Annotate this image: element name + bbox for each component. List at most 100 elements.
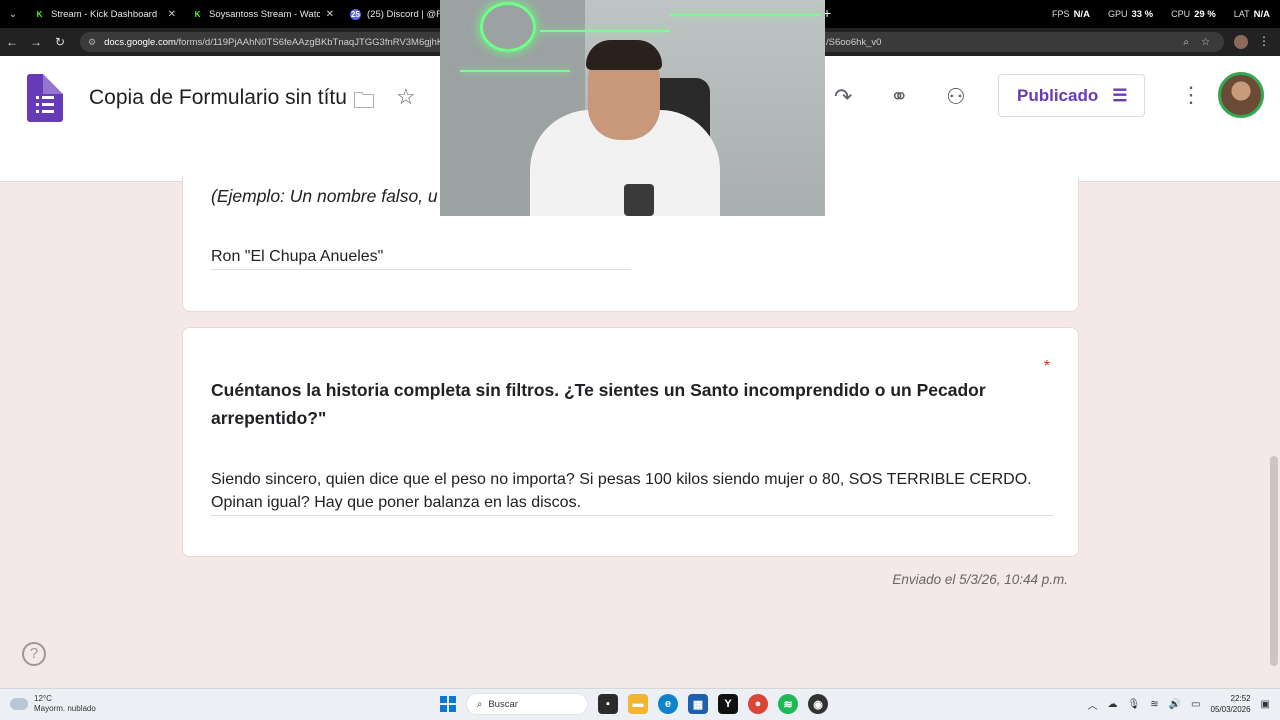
submitted-timestamp: Enviado el 5/3/26, 10:44 p.m. bbox=[892, 572, 1068, 587]
gpu-stat: GPU 33 % bbox=[1108, 9, 1153, 20]
kick-icon: K bbox=[34, 8, 45, 20]
windows-taskbar: 12°C Mayorm. nublado ⌕ Buscar ▪ ▬ e ▦ Y … bbox=[0, 688, 1280, 720]
obs-icon[interactable]: ◉ bbox=[808, 694, 828, 714]
neon-light bbox=[540, 30, 670, 32]
lat-value: N/A bbox=[1253, 8, 1270, 20]
gpu-label: GPU bbox=[1107, 8, 1128, 19]
bookmark-star-icon[interactable]: ☆ bbox=[1201, 37, 1210, 48]
tray-chevron-icon[interactable]: ︿ bbox=[1088, 697, 1098, 712]
microphone-icon[interactable]: 🎙 bbox=[1128, 699, 1141, 710]
weather-description: Mayorm. nublado bbox=[34, 704, 96, 713]
answer-underline bbox=[211, 515, 1053, 516]
logo-pane bbox=[440, 696, 447, 703]
answer-underline bbox=[211, 269, 631, 270]
zoom-icon[interactable]: ⌕ bbox=[1183, 37, 1189, 48]
link-icon[interactable]: ⚭ bbox=[890, 84, 908, 110]
wifi-icon[interactable]: ≋ bbox=[1150, 699, 1158, 710]
tune-icon: ☰ bbox=[1112, 85, 1128, 105]
date: 05/03/2026 bbox=[1210, 705, 1251, 714]
back-icon[interactable]: ← bbox=[0, 35, 24, 49]
weather-widget[interactable]: 12°C Mayorm. nublado bbox=[10, 694, 96, 714]
logo-pane bbox=[440, 705, 447, 712]
url-tail: /S6oo6hk_v0 bbox=[826, 37, 882, 48]
tab-kick-dashboard[interactable]: K Stream - Kick Dashboard ✕ bbox=[26, 0, 184, 28]
fps-stat: FPS N/A bbox=[1052, 9, 1090, 20]
logo-pane bbox=[449, 705, 456, 712]
account-avatar[interactable] bbox=[1218, 72, 1264, 118]
lat-label: LAT bbox=[1233, 8, 1250, 19]
time: 22:52 bbox=[1230, 694, 1251, 703]
short-answer: Ron "El Chupa Anueles" bbox=[211, 248, 384, 265]
folder-icon[interactable]: 🗀 bbox=[353, 84, 375, 122]
lat-stat: LAT N/A bbox=[1234, 9, 1270, 20]
tab-label: Soysantoss Stream - Watch Live bbox=[209, 8, 320, 20]
add-collaborator-icon[interactable]: ⚇ bbox=[946, 84, 966, 110]
scrollbar-thumb[interactable] bbox=[1270, 456, 1278, 666]
kick-icon: K bbox=[192, 8, 203, 20]
microphone bbox=[624, 184, 654, 216]
store-icon[interactable]: ▦ bbox=[688, 694, 708, 714]
response-card: Cuéntanos la historia completa sin filtr… bbox=[182, 327, 1079, 557]
cpu-stat: CPU 29 % bbox=[1171, 9, 1216, 20]
question-hint: (Ejemplo: Un nombre falso, u bbox=[211, 186, 438, 206]
omnibox-actions: ⌕ ☆ bbox=[1183, 32, 1210, 52]
url-path: /forms/d/119PjAAhN0TS6feAAzgBKbTnaqJTGG3… bbox=[175, 36, 455, 48]
notification-icon[interactable]: ▣ bbox=[1261, 699, 1270, 710]
close-icon[interactable]: ✕ bbox=[326, 9, 334, 20]
logo-line bbox=[42, 110, 54, 113]
required-asterisk: * bbox=[1043, 358, 1050, 375]
tab-search-icon[interactable]: ⌄ bbox=[0, 0, 26, 28]
published-button[interactable]: Publicado ☰ bbox=[998, 74, 1145, 117]
gpu-value: 33 % bbox=[1131, 8, 1154, 20]
taskbar-apps: ⌕ Buscar ▪ ▬ e ▦ Y ● ≋ ◉ bbox=[440, 693, 828, 715]
spotify-icon[interactable]: ≋ bbox=[778, 694, 798, 714]
chrome-menu-icon[interactable]: ⋮ bbox=[1258, 34, 1270, 48]
taskbar-search[interactable]: ⌕ Buscar bbox=[466, 693, 588, 715]
edge-icon[interactable]: e bbox=[658, 694, 678, 714]
logo-line bbox=[42, 103, 54, 106]
task-view-icon[interactable]: ▪ bbox=[598, 694, 618, 714]
cpu-label: CPU bbox=[1171, 8, 1191, 19]
system-tray: ︿ ☁ 🎙 ≋ 🔊 ▭ 22:52 05/03/2026 ▣ bbox=[1088, 693, 1271, 715]
published-label: Publicado bbox=[1017, 85, 1099, 105]
cloud-icon bbox=[10, 698, 28, 710]
tab-label: Stream - Kick Dashboard bbox=[51, 8, 158, 20]
clock[interactable]: 22:52 05/03/2026 bbox=[1211, 693, 1251, 715]
site-info-icon[interactable]: ⚙ bbox=[88, 37, 96, 48]
redo-icon[interactable]: ↷ bbox=[834, 84, 852, 110]
neon-smiley-sign bbox=[480, 2, 536, 52]
question-title: Cuéntanos la historia completa sin filtr… bbox=[211, 380, 986, 428]
reload-icon[interactable]: ↻ bbox=[48, 35, 72, 49]
profile-avatar[interactable] bbox=[1234, 35, 1248, 49]
fps-label: FPS bbox=[1052, 8, 1070, 19]
logo-dot bbox=[36, 110, 39, 113]
star-icon[interactable]: ☆ bbox=[396, 84, 416, 110]
forward-icon[interactable]: → bbox=[24, 35, 48, 49]
logo-pane bbox=[449, 696, 456, 703]
chrome-icon[interactable]: ● bbox=[748, 694, 768, 714]
webcam-overlay bbox=[440, 0, 825, 216]
neon-light bbox=[670, 14, 820, 16]
logo-dot bbox=[36, 96, 39, 99]
volume-icon[interactable]: 🔊 bbox=[1169, 699, 1181, 710]
y-app-icon[interactable]: Y bbox=[718, 694, 738, 714]
fps-value: N/A bbox=[1073, 8, 1090, 20]
logo-dot bbox=[36, 103, 39, 106]
weather-text: 12°C Mayorm. nublado bbox=[34, 694, 96, 714]
long-answer: Siendo sincero, quien dice que el peso n… bbox=[211, 471, 1032, 511]
file-explorer-icon[interactable]: ▬ bbox=[628, 694, 648, 714]
more-options-icon[interactable]: ⋮ bbox=[1180, 82, 1202, 108]
tab-kick-stream[interactable]: K Soysantoss Stream - Watch Live ✕ bbox=[184, 0, 342, 28]
cpu-value: 29 % bbox=[1194, 8, 1216, 20]
battery-icon[interactable]: ▭ bbox=[1191, 699, 1200, 710]
url-host: docs.google.com bbox=[104, 36, 176, 48]
help-icon[interactable]: ? bbox=[22, 642, 46, 666]
temperature: 12°C bbox=[34, 694, 52, 703]
form-title[interactable]: Copia de Formulario sin título bbox=[89, 86, 347, 110]
close-icon[interactable]: ✕ bbox=[168, 9, 176, 20]
streamer-hair bbox=[586, 40, 662, 70]
cloud-sync-icon[interactable]: ☁ bbox=[1108, 699, 1118, 710]
windows-start-icon[interactable] bbox=[440, 696, 456, 712]
google-forms-icon[interactable] bbox=[27, 74, 63, 122]
discord-icon: 25 bbox=[350, 8, 361, 20]
